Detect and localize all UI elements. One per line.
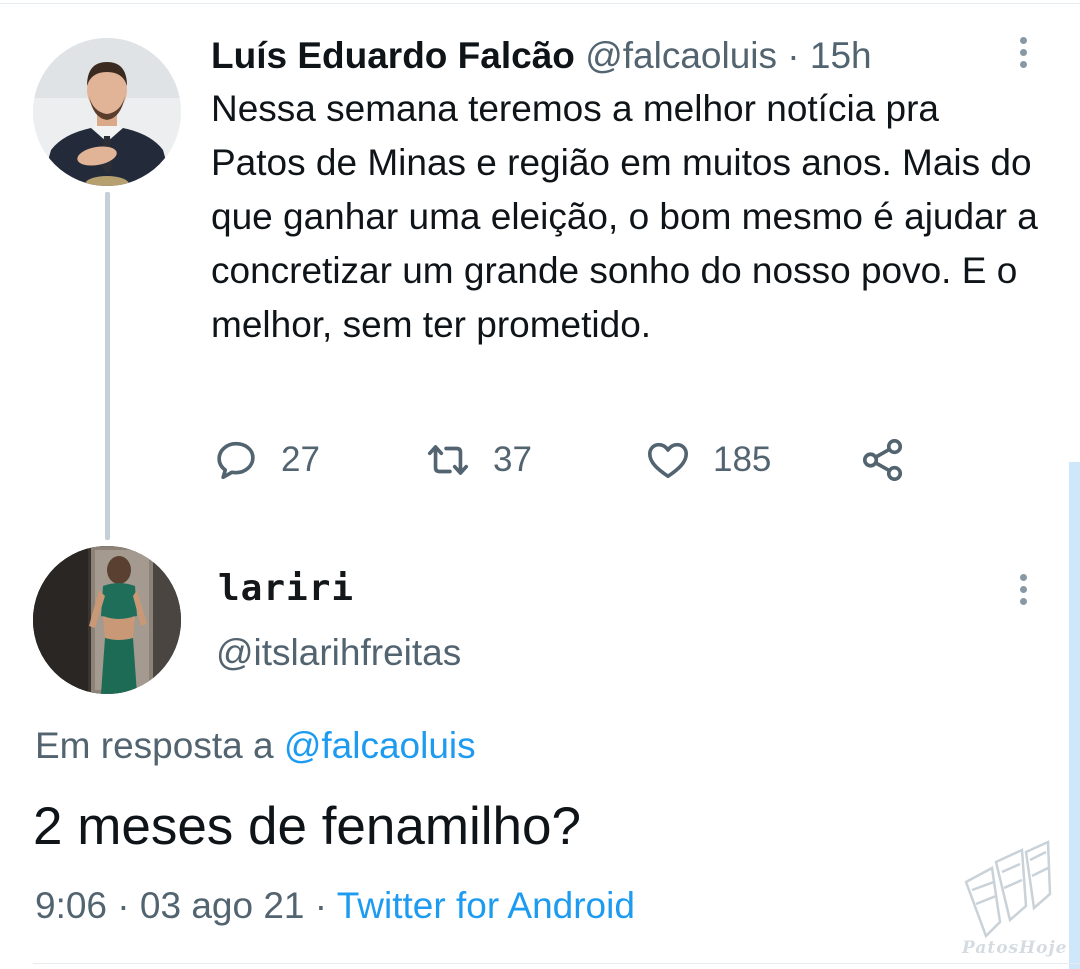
retweet-icon: [427, 445, 469, 475]
reply-time: 9:06: [35, 885, 108, 926]
reply-author-name[interactable]: lariri: [218, 568, 354, 609]
author-avatar[interactable]: [33, 38, 181, 186]
reply-button[interactable]: 27: [213, 436, 320, 484]
tweet-header: Luís Eduardo Falcão @falcaoluis · 15h: [211, 34, 872, 78]
scrollbar[interactable]: [1069, 462, 1080, 969]
retweet-button[interactable]: 37: [425, 436, 532, 484]
meta-separator-2: ·: [314, 885, 328, 926]
reply-author-avatar[interactable]: [33, 546, 181, 694]
tweet-text: Nessa semana teremos a melhor notícia pr…: [211, 88, 1038, 345]
top-divider: [0, 3, 1080, 4]
reply-date: 03 ago 21: [139, 885, 305, 926]
reply-text: 2 meses de fenamilho?: [33, 797, 581, 856]
reply-metadata: 9:06 · 03 ago 21 · Twitter for Android: [35, 885, 635, 927]
watermark-text: PatosHoje: [962, 938, 1068, 958]
in-reply-mention-link[interactable]: @falcaoluis: [284, 725, 476, 766]
share-icon: [862, 439, 903, 481]
in-reply-prefix: Em resposta a: [35, 725, 274, 766]
reply-icon: [217, 441, 255, 480]
header-separator: ·: [787, 35, 800, 76]
like-icon: [647, 442, 689, 479]
like-button[interactable]: 185: [645, 436, 771, 484]
thread-line: [105, 192, 110, 540]
bottom-divider: [33, 963, 1080, 964]
author-name[interactable]: Luís Eduardo Falcão: [211, 35, 575, 76]
retweet-count: 37: [493, 440, 532, 479]
tweet-time[interactable]: 15h: [810, 35, 872, 76]
reply-count: 27: [281, 440, 320, 479]
meta-separator-1: ·: [117, 885, 130, 926]
reply-author-handle[interactable]: @itslarihfreitas: [216, 632, 461, 674]
reply-more-options-icon[interactable]: [1020, 574, 1028, 605]
author-handle[interactable]: @falcaoluis: [585, 35, 777, 76]
client-link[interactable]: Twitter for Android: [337, 885, 635, 926]
in-reply-to: Em resposta a @falcaoluis: [35, 725, 476, 767]
like-count: 185: [713, 440, 772, 479]
share-button[interactable]: [860, 436, 906, 484]
more-options-icon[interactable]: [1020, 37, 1028, 68]
